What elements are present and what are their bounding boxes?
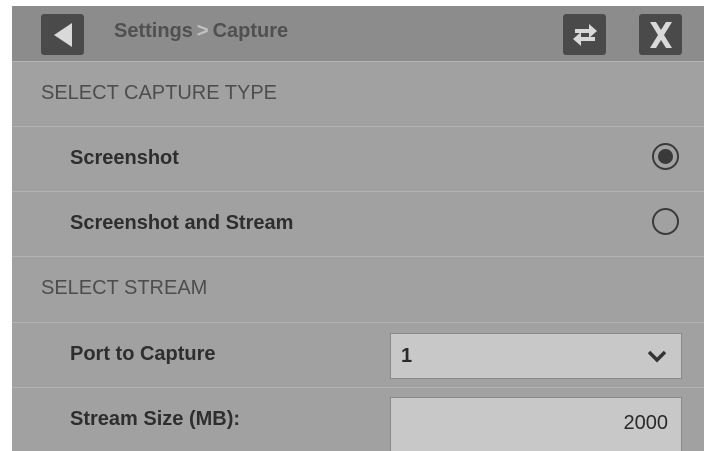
breadcrumb: Settings > Capture: [114, 6, 288, 61]
back-triangle-icon: [53, 22, 72, 47]
option-screenshot-and-stream-label: Screenshot and Stream: [70, 212, 294, 234]
stream-size-row: Stream Size (MB): 2000: [12, 387, 704, 451]
close-x-icon: [649, 21, 672, 48]
capture-type-section-label: SELECT CAPTURE TYPE: [41, 82, 277, 104]
breadcrumb-parent[interactable]: Settings: [114, 20, 193, 42]
swap-arrows-icon: [572, 23, 597, 46]
port-select-value: 1: [401, 345, 413, 367]
stream-size-value: 2000: [623, 412, 669, 434]
breadcrumb-current: Capture: [212, 20, 289, 42]
option-screenshot-label: Screenshot: [70, 147, 179, 169]
port-label: Port to Capture: [70, 343, 216, 365]
port-row: Port to Capture 1: [12, 322, 704, 387]
port-select[interactable]: 1: [390, 333, 682, 379]
stream-size-label: Stream Size (MB):: [70, 408, 241, 430]
header-bar: Settings > Capture: [12, 6, 704, 61]
option-screenshot-and-stream-row[interactable]: Screenshot and Stream: [12, 191, 704, 256]
screenshot-radio[interactable]: [652, 143, 679, 170]
stream-section-row: SELECT STREAM: [12, 256, 704, 321]
chevron-down-icon: [647, 350, 667, 363]
settings-panel: Settings > Capture SELECT CAPTURE TYPE Scr…: [12, 6, 704, 451]
breadcrumb-separator: >: [196, 20, 209, 42]
close-button[interactable]: [639, 14, 682, 55]
option-screenshot-row[interactable]: Screenshot: [12, 126, 704, 191]
back-button[interactable]: [41, 14, 84, 55]
capture-type-section-row: SELECT CAPTURE TYPE: [12, 61, 704, 126]
screenshot-and-stream-radio[interactable]: [652, 208, 679, 235]
stream-size-input[interactable]: 2000: [390, 397, 682, 451]
stream-section-label: SELECT STREAM: [41, 277, 208, 299]
swap-button[interactable]: [563, 14, 606, 55]
